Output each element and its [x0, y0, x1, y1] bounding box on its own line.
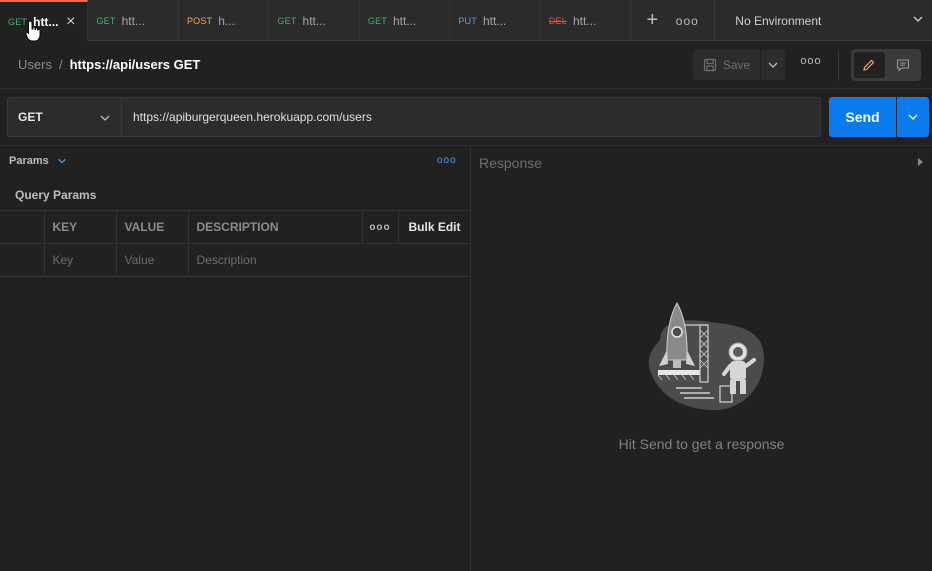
request-tab[interactable]: DEL htt... — [541, 0, 632, 41]
comment-icon — [896, 59, 909, 72]
bulk-edit-button[interactable]: Bulk Edit — [398, 210, 470, 244]
send-button[interactable]: Send — [829, 97, 896, 137]
request-tab[interactable]: GET htt... × — [0, 0, 89, 41]
rocket-astronaut-illustration — [648, 302, 765, 411]
row-checkbox-cell[interactable] — [0, 243, 45, 277]
table-header-row: KEY VALUE DESCRIPTION ooo Bulk Edit — [0, 210, 470, 244]
save-icon — [703, 58, 716, 72]
edit-mode-button[interactable] — [854, 52, 885, 78]
description-column-header: DESCRIPTION — [188, 210, 363, 244]
url-input[interactable] — [122, 97, 821, 137]
query-params-title: Query Params — [15, 188, 97, 202]
view-mode-toggle — [851, 49, 921, 81]
breadcrumb-separator: / — [58, 57, 63, 72]
tab-method: GET — [96, 15, 116, 26]
params-more-button[interactable]: ooo — [437, 155, 457, 166]
tab-name: htt... — [572, 13, 597, 28]
save-group: Save — [693, 50, 785, 80]
table-cell — [0, 210, 45, 244]
save-label: Save — [722, 58, 751, 72]
chevron-down-icon — [908, 114, 918, 120]
breadcrumb-collection[interactable]: Users — [18, 57, 52, 72]
tab-params[interactable]: Params — [9, 155, 67, 167]
value-input[interactable]: Value — [116, 243, 189, 277]
send-options-button[interactable] — [897, 97, 929, 137]
save-options-button[interactable] — [761, 50, 785, 80]
tab-name: htt... — [121, 13, 145, 28]
empty-response-message: Hit Send to get a response — [618, 436, 785, 452]
hand-cursor-icon — [25, 20, 41, 42]
divider — [0, 145, 932, 146]
chevron-down-icon — [913, 16, 923, 22]
tab-name: htt... — [302, 13, 326, 28]
description-input[interactable]: Description — [188, 243, 470, 277]
request-header: Users / https://api/users GET Save ooo — [0, 41, 932, 89]
breadcrumb: Users / https://api/users GET — [18, 57, 200, 72]
chevron-down-icon — [57, 158, 66, 164]
tab-method: POST — [186, 15, 213, 26]
tab-method: PUT — [458, 15, 477, 26]
new-tab-button[interactable]: + — [632, 9, 672, 32]
column-options-button[interactable]: ooo — [362, 210, 399, 244]
request-tab[interactable]: GET htt... — [360, 0, 451, 41]
close-icon[interactable]: × — [66, 14, 75, 30]
query-params-table: KEY VALUE DESCRIPTION ooo Bulk Edit Key … — [0, 210, 470, 277]
tabbar-actions: + ooo — [631, 0, 702, 41]
params-tab-label: Params — [9, 155, 49, 167]
chevron-down-icon — [768, 62, 778, 68]
environment-label: No Environment — [735, 13, 822, 28]
environment-select[interactable]: No Environment — [714, 0, 932, 41]
chevron-down-icon — [100, 115, 110, 121]
tab-name: htt... — [482, 13, 507, 28]
value-column-header: VALUE — [116, 210, 189, 244]
comments-button[interactable] — [888, 52, 919, 78]
tab-method: GET — [367, 15, 387, 26]
key-input[interactable]: Key — [44, 243, 117, 277]
request-title[interactable]: https://api/users GET — [70, 57, 201, 72]
request-tab[interactable]: POST h... — [179, 0, 270, 41]
tab-name: h... — [218, 13, 235, 28]
more-actions-button[interactable]: ooo — [796, 55, 826, 67]
pane-divider[interactable] — [470, 146, 471, 571]
pencil-icon — [863, 59, 875, 71]
tab-name: htt... — [393, 13, 417, 28]
tab-method: DEL — [548, 15, 567, 26]
method-select[interactable]: GET — [7, 97, 122, 137]
request-tab[interactable]: GET htt... — [269, 0, 360, 41]
tab-method: GET — [277, 15, 297, 26]
save-button[interactable]: Save — [693, 50, 761, 80]
table-row: Key Value Description — [0, 243, 470, 277]
caret-right-icon[interactable] — [917, 157, 925, 167]
divider — [838, 51, 839, 81]
method-label: GET — [18, 110, 43, 124]
tab-bar: GET htt... × GET htt... POST h... GET ht… — [0, 0, 932, 41]
request-tab[interactable]: PUT htt... — [450, 0, 541, 41]
key-column-header: KEY — [44, 210, 117, 244]
more-tabs-button[interactable]: ooo — [672, 14, 702, 28]
response-title: Response — [479, 155, 543, 171]
request-tab[interactable]: GET htt... — [88, 0, 179, 41]
